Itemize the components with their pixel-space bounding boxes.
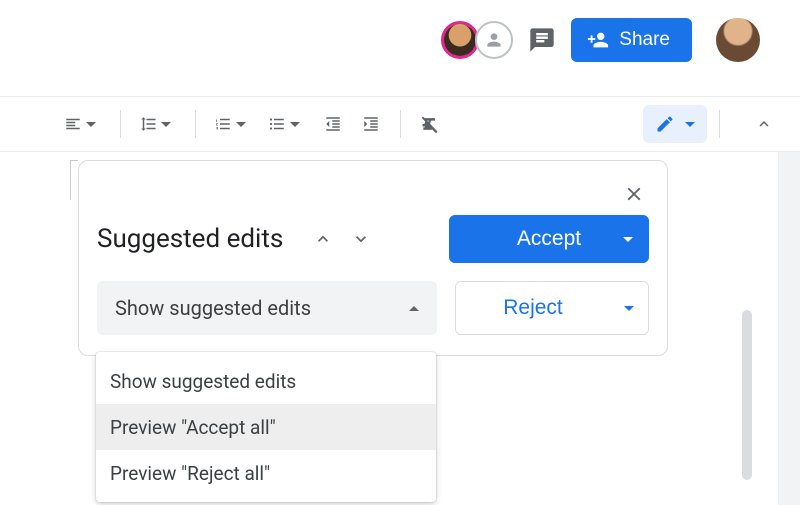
align-button[interactable] (58, 107, 108, 141)
chevron-down-icon (290, 122, 300, 127)
chevron-down-icon (351, 229, 371, 249)
person-add-icon (587, 29, 609, 51)
separator (195, 110, 196, 138)
chat-icon (528, 26, 556, 54)
reject-menu-button[interactable] (610, 282, 648, 334)
editing-mode-button[interactable] (643, 105, 707, 143)
pencil-icon (655, 114, 675, 134)
avatar-face (444, 24, 476, 56)
chevron-up-icon (409, 306, 419, 311)
separator (120, 110, 121, 138)
right-sidebar-rail (778, 152, 800, 505)
accept-button[interactable]: Accept (449, 215, 649, 263)
increase-indent-button[interactable] (354, 107, 388, 141)
view-mode-dropdown[interactable]: Show suggested edits (97, 281, 437, 335)
chevron-down-icon (161, 122, 171, 127)
close-panel-button[interactable] (619, 179, 649, 209)
decrease-indent-button[interactable] (316, 107, 350, 141)
collaborator-avatar[interactable] (441, 21, 479, 59)
separator (400, 110, 401, 138)
chevron-down-icon (624, 306, 634, 311)
dropdown-option-label: Preview "Reject all" (110, 462, 270, 485)
dropdown-option-show[interactable]: Show suggested edits (96, 358, 436, 404)
dropdown-option-label: Show suggested edits (110, 370, 296, 393)
suggested-edits-panel: Suggested edits Accept Show suggested ed… (78, 160, 668, 356)
dropdown-option-accept-all[interactable]: Preview "Accept all" (96, 404, 436, 450)
account-avatar[interactable] (716, 18, 760, 62)
anonymous-avatar[interactable] (475, 21, 513, 59)
share-label: Share (619, 29, 670, 51)
next-edit-button[interactable] (343, 221, 379, 257)
presence-stack (441, 21, 513, 59)
share-button[interactable]: Share (571, 18, 692, 62)
chevron-up-icon (755, 115, 773, 133)
reject-label: Reject (503, 296, 563, 320)
chevron-up-icon (313, 229, 333, 249)
formatting-toolbar (0, 96, 800, 152)
reject-split-button: Reject (455, 281, 649, 335)
chevron-down-icon (685, 122, 695, 127)
chevron-down-icon (236, 122, 246, 127)
document-corner (70, 160, 78, 200)
scrollbar-thumb[interactable] (742, 310, 752, 480)
numbered-list-button[interactable] (208, 107, 258, 141)
chevron-down-icon (86, 122, 96, 127)
chevron-down-icon (623, 237, 633, 242)
header-bar: Share (0, 0, 800, 80)
clear-formatting-button[interactable] (413, 107, 447, 141)
comments-button[interactable] (527, 25, 557, 55)
reject-button[interactable]: Reject (456, 282, 610, 334)
separator (719, 110, 720, 138)
collapse-toolbar-button[interactable] (746, 106, 782, 142)
panel-title: Suggested edits (97, 224, 283, 254)
person-icon (484, 30, 504, 50)
line-spacing-button[interactable] (133, 107, 183, 141)
previous-edit-button[interactable] (305, 221, 341, 257)
dropdown-option-label: Preview "Accept all" (110, 416, 276, 439)
close-icon (623, 183, 645, 205)
dropdown-option-reject-all[interactable]: Preview "Reject all" (96, 450, 436, 496)
accept-label: Accept (517, 227, 581, 251)
view-mode-dropdown-menu: Show suggested edits Preview "Accept all… (96, 352, 436, 502)
bulleted-list-button[interactable] (262, 107, 312, 141)
dropdown-selected-label: Show suggested edits (115, 296, 311, 320)
